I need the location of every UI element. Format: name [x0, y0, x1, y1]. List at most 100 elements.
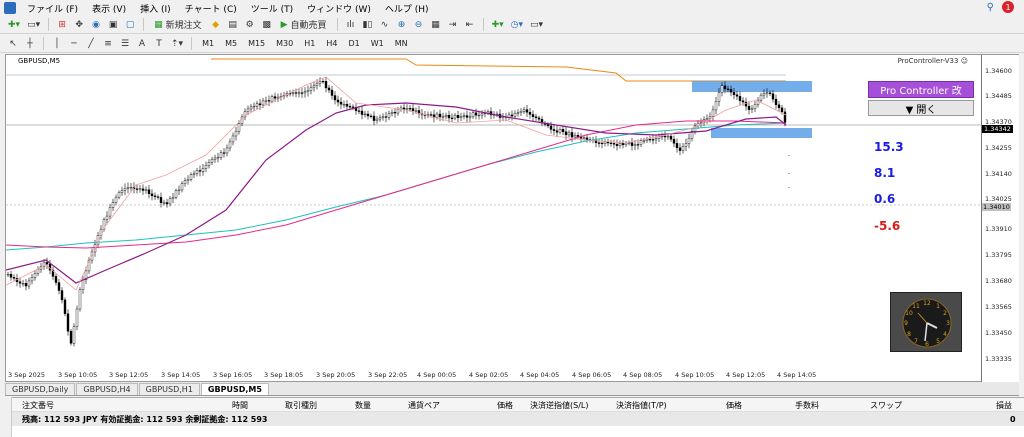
menu-view[interactable]: 表示 (V)	[85, 2, 133, 15]
candle-body	[408, 108, 412, 110]
terminal-icon[interactable]: ▣	[106, 18, 120, 32]
col-swap[interactable]: スワップ	[870, 400, 902, 411]
candle-body	[600, 142, 604, 145]
col-current-price[interactable]: 価格	[726, 400, 742, 411]
candle-body	[252, 105, 256, 108]
cursor-icon[interactable]: ↖	[6, 37, 20, 51]
new-order-icon: ▦	[154, 19, 163, 30]
candle-body	[324, 81, 328, 89]
zoom-in-icon[interactable]: ⊕	[395, 18, 409, 32]
timeframe-m5[interactable]: M5	[221, 39, 241, 48]
col-time[interactable]: 時間	[232, 400, 248, 411]
trendline-icon[interactable]: ╱	[84, 37, 98, 51]
timeframe-m15[interactable]: M15	[244, 39, 269, 48]
tester-icon[interactable]: ▢	[123, 18, 137, 32]
pro-controller-open-button[interactable]: ▼ 開く	[868, 100, 974, 116]
menu-window[interactable]: ウィンドウ (W)	[300, 2, 378, 15]
templates-icon[interactable]: ▭▾	[528, 18, 545, 32]
candle-body	[759, 94, 763, 101]
vertical-line-icon[interactable]: │	[50, 37, 64, 51]
col-tp[interactable]: 決済指値(T/P)	[616, 400, 667, 411]
time-label: 4 Sep 10:05	[675, 371, 715, 379]
menu-tools[interactable]: ツール (T)	[244, 2, 300, 15]
candle-body	[468, 116, 472, 118]
menu-help[interactable]: ヘルプ (H)	[378, 2, 436, 15]
autoscroll-icon[interactable]: ⇥	[446, 18, 460, 32]
label-icon[interactable]: T	[152, 37, 166, 51]
profiles-icon[interactable]: ▭▾	[25, 18, 42, 32]
data-window-icon[interactable]: ✥	[72, 18, 86, 32]
candle-body	[528, 112, 532, 115]
navigator-icon[interactable]: ◉	[89, 18, 103, 32]
candle-body	[177, 189, 181, 191]
timeframe-w1[interactable]: W1	[367, 39, 388, 48]
candle-body	[45, 262, 49, 265]
candle-body	[471, 112, 475, 118]
timeframe-h1[interactable]: H1	[300, 39, 319, 48]
zoom-out-icon[interactable]: ⊖	[412, 18, 426, 32]
auto-trade-button[interactable]: ▶ 自動売買	[277, 18, 331, 32]
col-order[interactable]: 注文番号	[22, 400, 54, 411]
col-size[interactable]: 数量	[355, 400, 371, 411]
col-type[interactable]: 取引種別	[285, 400, 317, 411]
candle-body	[54, 276, 58, 283]
timeframe-mn[interactable]: MN	[391, 39, 412, 48]
new-order-button[interactable]: ▦ 新規注文	[150, 18, 206, 32]
chart-window[interactable]: - - - GBPUSD,M5 ProController-V33 ☺ 1.34…	[5, 54, 1019, 383]
candle-body	[621, 143, 625, 146]
timeframe-d1[interactable]: D1	[344, 39, 363, 48]
candle-body	[255, 103, 259, 107]
candle-body	[294, 92, 298, 94]
candle-body	[357, 110, 361, 112]
chart-shift-icon[interactable]: ⇤	[463, 18, 477, 32]
timeframe-m30[interactable]: M30	[272, 39, 297, 48]
strength-value-4: -5.6	[874, 219, 901, 233]
search-icon[interactable]: ⚲	[987, 2, 994, 13]
tab-gbpusd-daily[interactable]: GBPUSD,Daily	[5, 383, 76, 395]
bar-chart-icon[interactable]: ılı	[344, 18, 358, 32]
candle-body	[666, 135, 670, 138]
meta-editor-icon[interactable]: ◆	[209, 18, 223, 32]
menu-chart[interactable]: チャート (C)	[178, 2, 244, 15]
signals-icon[interactable]: ⚙	[243, 18, 257, 32]
col-price[interactable]: 価格	[497, 400, 513, 411]
candle-body	[462, 115, 466, 117]
balance-row[interactable]: 残高: 112 593 JPY 有効証拠金: 112 593 余剰証拠金: 11…	[0, 412, 1024, 426]
terminal-side-handle[interactable]	[0, 397, 12, 437]
crosshair-icon[interactable]: ┼	[23, 37, 37, 51]
tab-gbpusd-h1[interactable]: GBPUSD,H1	[138, 383, 200, 395]
market-watch-icon[interactable]: ⊞	[55, 18, 69, 32]
channel-icon[interactable]: ≡	[101, 37, 115, 51]
fibonacci-icon[interactable]: ☰	[118, 37, 132, 51]
timeframe-m1[interactable]: M1	[198, 39, 218, 48]
timeframe-h4[interactable]: H4	[322, 39, 341, 48]
col-profit[interactable]: 損益	[996, 400, 1012, 411]
tab-gbpusd-m5[interactable]: GBPUSD,M5	[200, 383, 269, 395]
tab-gbpusd-h4[interactable]: GBPUSD,H4	[76, 383, 138, 395]
candle-body	[450, 117, 454, 119]
horizontal-line-icon[interactable]: ─	[67, 37, 81, 51]
candle-body	[552, 129, 556, 131]
candle-body	[297, 92, 301, 94]
pro-controller-title[interactable]: Pro Controller 改	[868, 81, 974, 98]
col-sl[interactable]: 決済逆指値(S/L)	[530, 400, 588, 411]
history-icon[interactable]: ▤	[226, 18, 240, 32]
resistance-line	[211, 58, 786, 82]
line-chart-icon[interactable]: ∿	[378, 18, 392, 32]
menu-file[interactable]: ファイル (F)	[20, 2, 85, 15]
new-chart-icon[interactable]: ✚▾	[6, 18, 22, 32]
col-symbol[interactable]: 通貨ペア	[408, 400, 440, 411]
rank-icon[interactable]: ▩	[260, 18, 274, 32]
candle-chart-icon[interactable]: ▮▯	[361, 18, 375, 32]
periods-icon[interactable]: ◷▾	[509, 18, 525, 32]
col-commission[interactable]: 手数料	[795, 400, 819, 411]
price-chart[interactable]: - - -	[6, 55, 981, 383]
arrows-icon[interactable]: ⇡▾	[169, 37, 185, 51]
menu-insert[interactable]: 挿入 (I)	[133, 2, 178, 15]
text-icon[interactable]: A	[135, 37, 149, 51]
indicators-icon[interactable]: ✚▾	[490, 18, 506, 32]
tile-icon[interactable]: ▦	[429, 18, 443, 32]
time-label: 4 Sep 02:05	[469, 371, 509, 379]
notification-badge[interactable]: 1	[1002, 1, 1014, 13]
price-axis[interactable]: 1.34600 1.34485 1.34370 1.34342 1.34255 …	[981, 55, 1019, 383]
